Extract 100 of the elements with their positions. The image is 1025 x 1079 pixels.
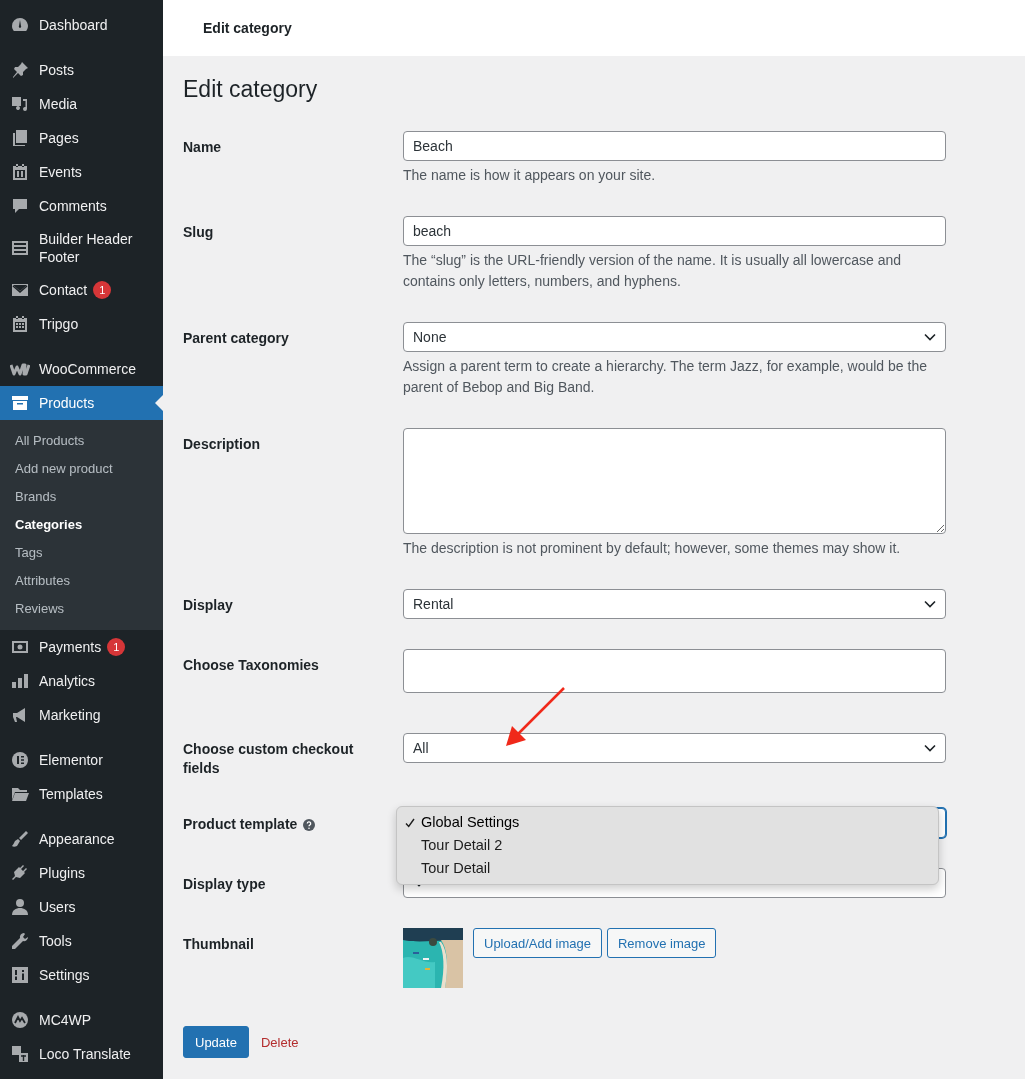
menu-label: Analytics	[39, 672, 96, 690]
field-label: Slug	[183, 223, 214, 242]
menu-label: Users	[39, 898, 76, 916]
sidebar-menu-item[interactable]: Tools	[0, 924, 163, 958]
select-field[interactable]: Rental	[403, 589, 946, 619]
sidebar-menu-item[interactable]: Plugins	[0, 856, 163, 890]
submenu-item[interactable]: Tags	[0, 539, 163, 567]
calendar-icon	[10, 314, 30, 334]
taxonomy-field[interactable]	[403, 649, 946, 693]
active-notch	[155, 395, 163, 411]
menu-label: Templates	[39, 785, 103, 803]
sidebar-menu-item[interactable]: Loco Translate	[0, 1037, 163, 1071]
sidebar-menu-item[interactable]: Marketing	[0, 698, 163, 732]
bar-chart-icon	[10, 671, 30, 691]
select-field[interactable]: All	[403, 733, 946, 763]
sidebar-menu-item[interactable]: Contact 1	[0, 273, 163, 307]
menu-label: Settings	[39, 966, 90, 984]
menu-label: Tripgo	[39, 315, 79, 333]
image-button[interactable]: Upload/Add image	[473, 928, 602, 958]
header-title: Edit category	[203, 20, 292, 36]
sliders-icon	[10, 965, 30, 985]
field-label: Parent category	[183, 329, 289, 348]
field-label: Display type	[183, 875, 266, 894]
submenu-item[interactable]: Categories	[0, 511, 163, 539]
submenu-item[interactable]: All Products	[0, 427, 163, 455]
menu-label: Media	[39, 95, 78, 113]
delete-link[interactable]: Delete	[260, 1034, 299, 1050]
pages-icon	[10, 128, 30, 148]
menu-label: Plugins	[39, 864, 85, 882]
archive-box-icon	[10, 393, 30, 413]
sidebar-menu-item[interactable]: Templates	[0, 777, 163, 811]
translate-icon	[10, 1044, 30, 1064]
plug-icon	[10, 863, 30, 883]
speech-bubble-icon	[10, 196, 30, 216]
image-button[interactable]: Remove image	[606, 928, 717, 958]
circle-logo-icon	[10, 750, 30, 770]
submenu-item[interactable]: Brands	[0, 483, 163, 511]
chevron-down-icon	[924, 600, 936, 608]
field-label: Choose Taxonomies	[183, 656, 319, 675]
menu-label: Events	[39, 163, 82, 181]
sidebar-menu-item[interactable]: MC4WP	[0, 1003, 163, 1037]
sidebar-menu-item[interactable]: Pages	[0, 121, 163, 155]
field-label: Description	[183, 435, 260, 454]
description-field[interactable]	[403, 428, 946, 534]
sidebar-menu-item[interactable]: Builder Header Footer	[0, 223, 163, 273]
sidebar-menu-item[interactable]: Settings	[0, 958, 163, 992]
field-label: Thumbnail	[183, 935, 254, 954]
sidebar-menu-item[interactable]: Appearance	[0, 822, 163, 856]
sidebar-menu-item[interactable]: Events	[0, 155, 163, 189]
update-button[interactable]: Update	[183, 1026, 249, 1058]
menu-label: WooCommerce	[39, 360, 136, 378]
camera-note-icon	[10, 94, 30, 114]
dropdown-option[interactable]: Tour Detail	[397, 857, 938, 880]
submenu-item[interactable]: Reviews	[0, 595, 163, 623]
field-label: Choose custom checkout fields	[183, 740, 355, 778]
text-field[interactable]: Beach	[403, 131, 946, 161]
submenu-item[interactable]: Attributes	[0, 567, 163, 595]
page-title: Edit category	[183, 75, 319, 104]
field-label: Product template	[183, 815, 298, 834]
chevron-down-icon	[924, 333, 936, 341]
notification-count: 1	[93, 281, 112, 299]
menu-label: Comments	[39, 197, 107, 215]
sidebar-menu-item[interactable]: Elementor	[0, 743, 163, 777]
pin-icon	[10, 60, 30, 80]
menu-label: Products	[39, 394, 95, 412]
keyboard-icon	[10, 238, 30, 258]
notification-count: 1	[107, 638, 126, 656]
paintbrush-icon	[10, 829, 30, 849]
menu-label: Builder Header Footer	[39, 230, 134, 266]
sidebar-menu-item[interactable]: Dashboard	[0, 8, 163, 42]
dropdown-option[interactable]: Global Settings	[397, 811, 938, 834]
wrench-icon	[10, 931, 30, 951]
sidebar-menu-item[interactable]: WooCommerce	[0, 352, 163, 386]
sidebar-menu-item[interactable]: Posts	[0, 53, 163, 87]
field-description: Assign a parent term to create a hierarchy. The term Jazz, for example, would be the parent of Bebop and Big Band.	[403, 357, 928, 397]
menu-label: Elementor	[39, 751, 103, 769]
dropdown-option[interactable]: Tour Detail 2	[397, 834, 938, 857]
menu-label: Tools	[39, 932, 72, 950]
menu-label: Marketing	[39, 706, 101, 724]
field-label: Name	[183, 138, 222, 157]
sidebar-menu-item[interactable]: Comments	[0, 189, 163, 223]
field-description: The “slug” is the URL-friendly version of the name. It is usually all lowercase and contains only letters, numbers, and hyphens.	[403, 251, 902, 291]
sidebar-menu-item[interactable]: Media	[0, 87, 163, 121]
menu-label: Contact	[39, 281, 88, 299]
sidebar-menu-item[interactable]: Users	[0, 890, 163, 924]
field-description: The description is not prominent by default; however, some themes may show it.	[403, 539, 902, 558]
sidebar-menu-item[interactable]: Analytics	[0, 664, 163, 698]
help-icon[interactable]	[303, 819, 316, 831]
sidebar-menu-item[interactable]: Tripgo	[0, 307, 163, 341]
menu-label: Loco Translate	[39, 1045, 131, 1063]
sidebar-menu-item[interactable]: Payments 1	[0, 630, 163, 664]
select-field[interactable]: None	[403, 322, 946, 352]
submenu-item[interactable]: Add new product	[0, 455, 163, 483]
sidebar-menu-item[interactable]: Products	[0, 386, 163, 420]
menu-label: Pages	[39, 129, 79, 147]
chevron-down-icon	[924, 744, 936, 752]
menu-label: MC4WP	[39, 1011, 92, 1029]
field-label: Display	[183, 596, 233, 615]
text-field[interactable]: beach	[403, 216, 946, 246]
field-description: The name is how it appears on your site.	[403, 166, 657, 185]
